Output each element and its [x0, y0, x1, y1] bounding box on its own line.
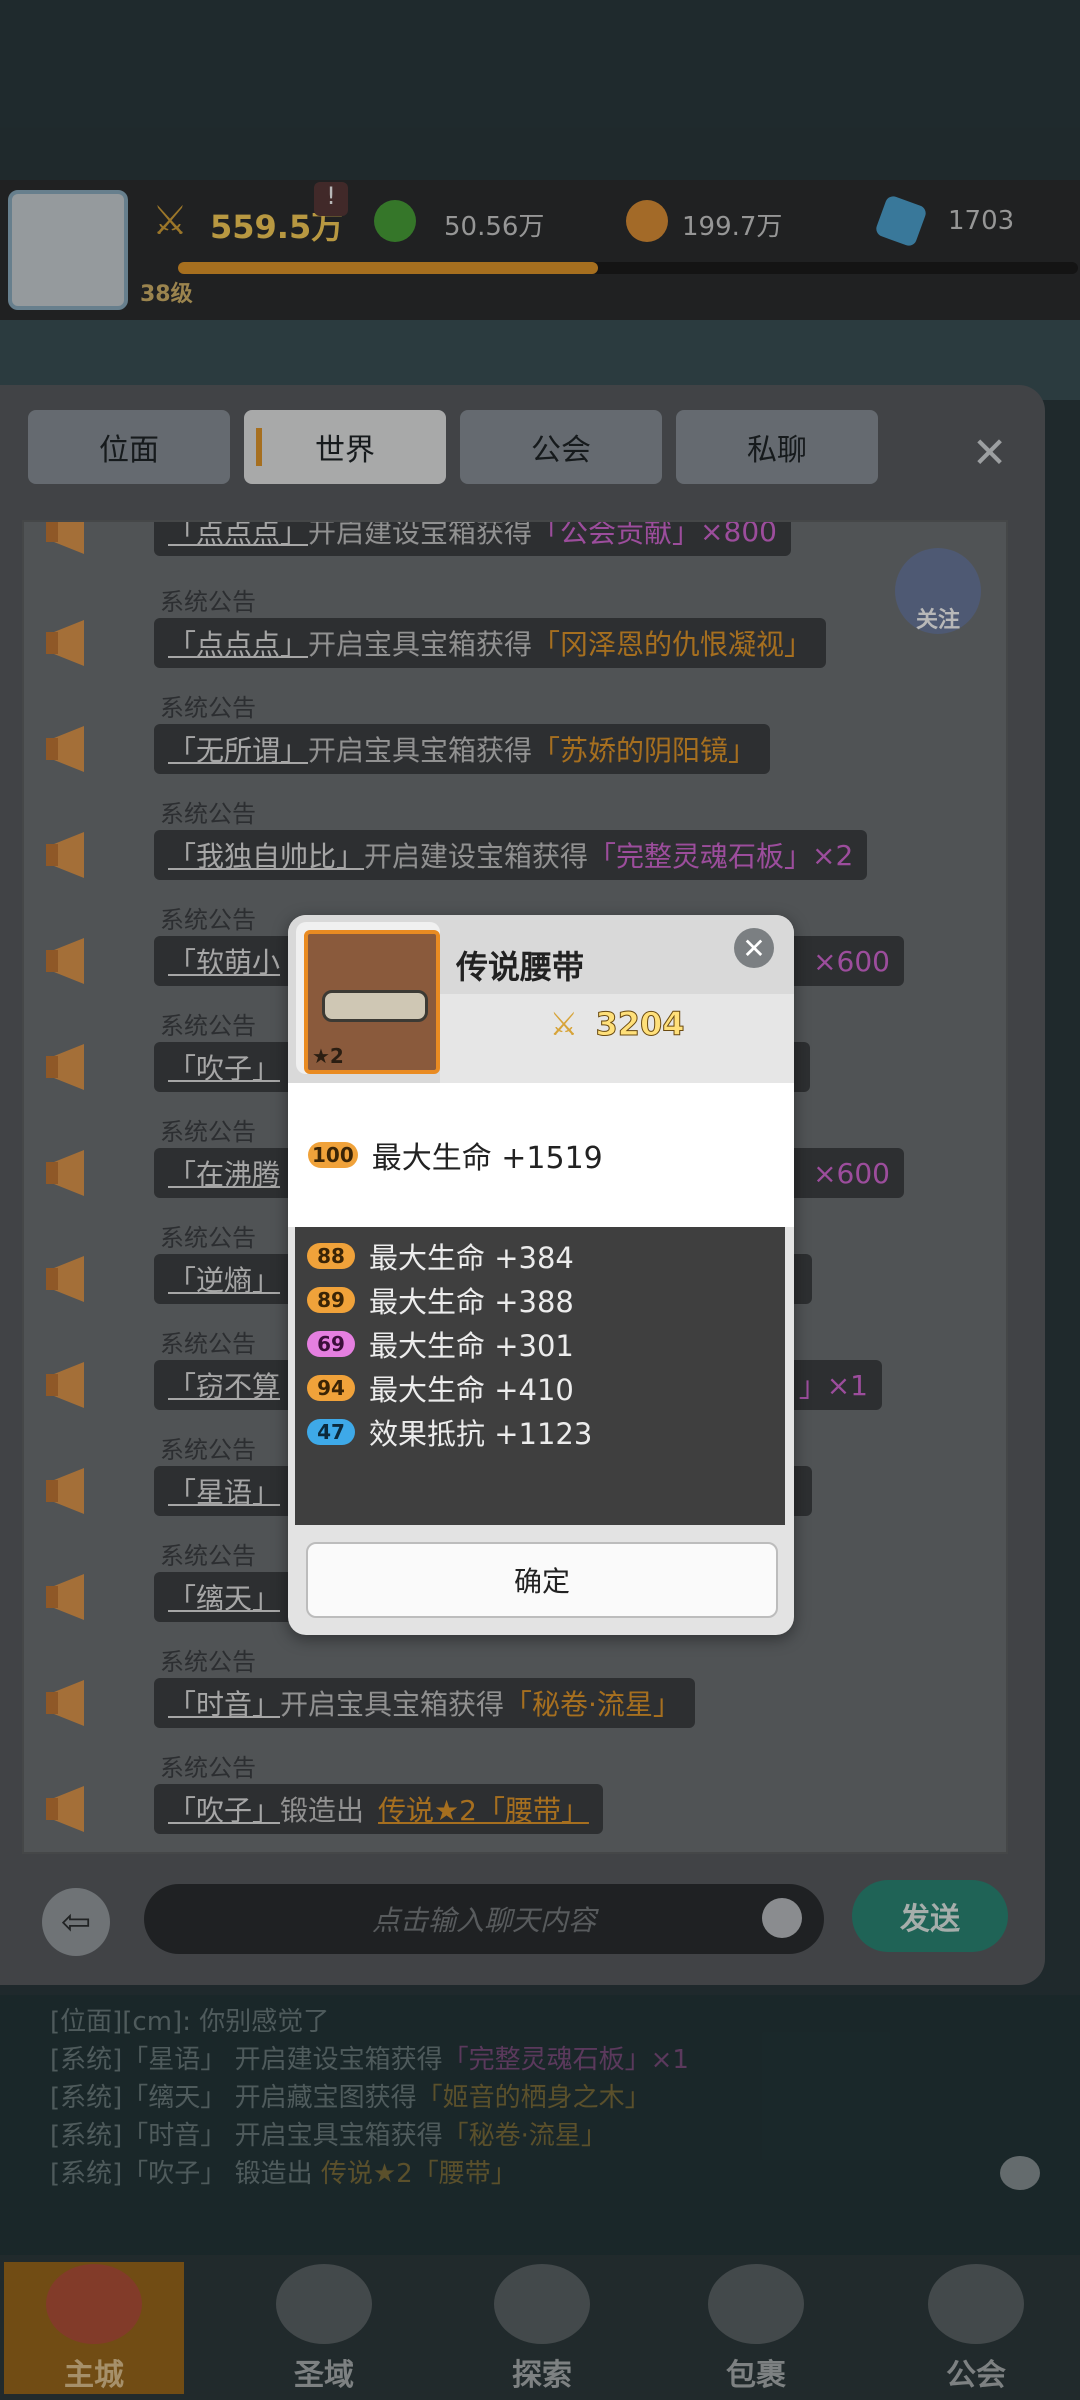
sub-stat: 88 最大生命 +384 [307, 1235, 574, 1277]
stat-text: 最大生命 +410 [369, 1373, 574, 1407]
belt-shape [322, 990, 428, 1022]
confirm-button[interactable]: 确定 [306, 1542, 778, 1618]
stat-level-badge: 89 [307, 1287, 355, 1313]
stat-level-badge: 94 [307, 1375, 355, 1401]
stat-level-badge: 88 [307, 1243, 355, 1269]
stat-text: 效果抵抗 +1123 [369, 1417, 593, 1451]
item-name: 传说腰带 [456, 948, 585, 986]
stat-text: 最大生命 +1519 [371, 1141, 603, 1176]
sub-stats-list: 88 最大生命 +384 89 最大生命 +388 69 最大生命 +301 94 最大… [295, 1227, 785, 1525]
close-icon[interactable]: ✕ [734, 928, 774, 968]
item-power-row: ⚔ 3204 [440, 996, 794, 1052]
stat-level-badge: 100 [308, 1142, 358, 1168]
item-power: 3204 [595, 1005, 685, 1044]
sub-stat: 89 最大生命 +388 [307, 1279, 574, 1321]
power-sword-icon: ⚔ [549, 1005, 579, 1043]
sub-stat: 94 最大生命 +410 [307, 1367, 574, 1409]
main-stat: 100 最大生命 +1519 [288, 1083, 794, 1227]
stat-text: 最大生命 +384 [369, 1241, 574, 1275]
sub-stat: 47 效果抵抗 +1123 [307, 1411, 592, 1453]
belt-icon: ★2 [304, 930, 440, 1074]
stat-level-badge: 69 [307, 1331, 355, 1357]
stat-text: 最大生命 +388 [369, 1285, 574, 1319]
stat-level-badge: 47 [307, 1419, 355, 1445]
item-stars: ★2 [312, 1044, 344, 1068]
sub-stat: 69 最大生命 +301 [307, 1323, 574, 1365]
stat-text: 最大生命 +301 [369, 1329, 574, 1363]
